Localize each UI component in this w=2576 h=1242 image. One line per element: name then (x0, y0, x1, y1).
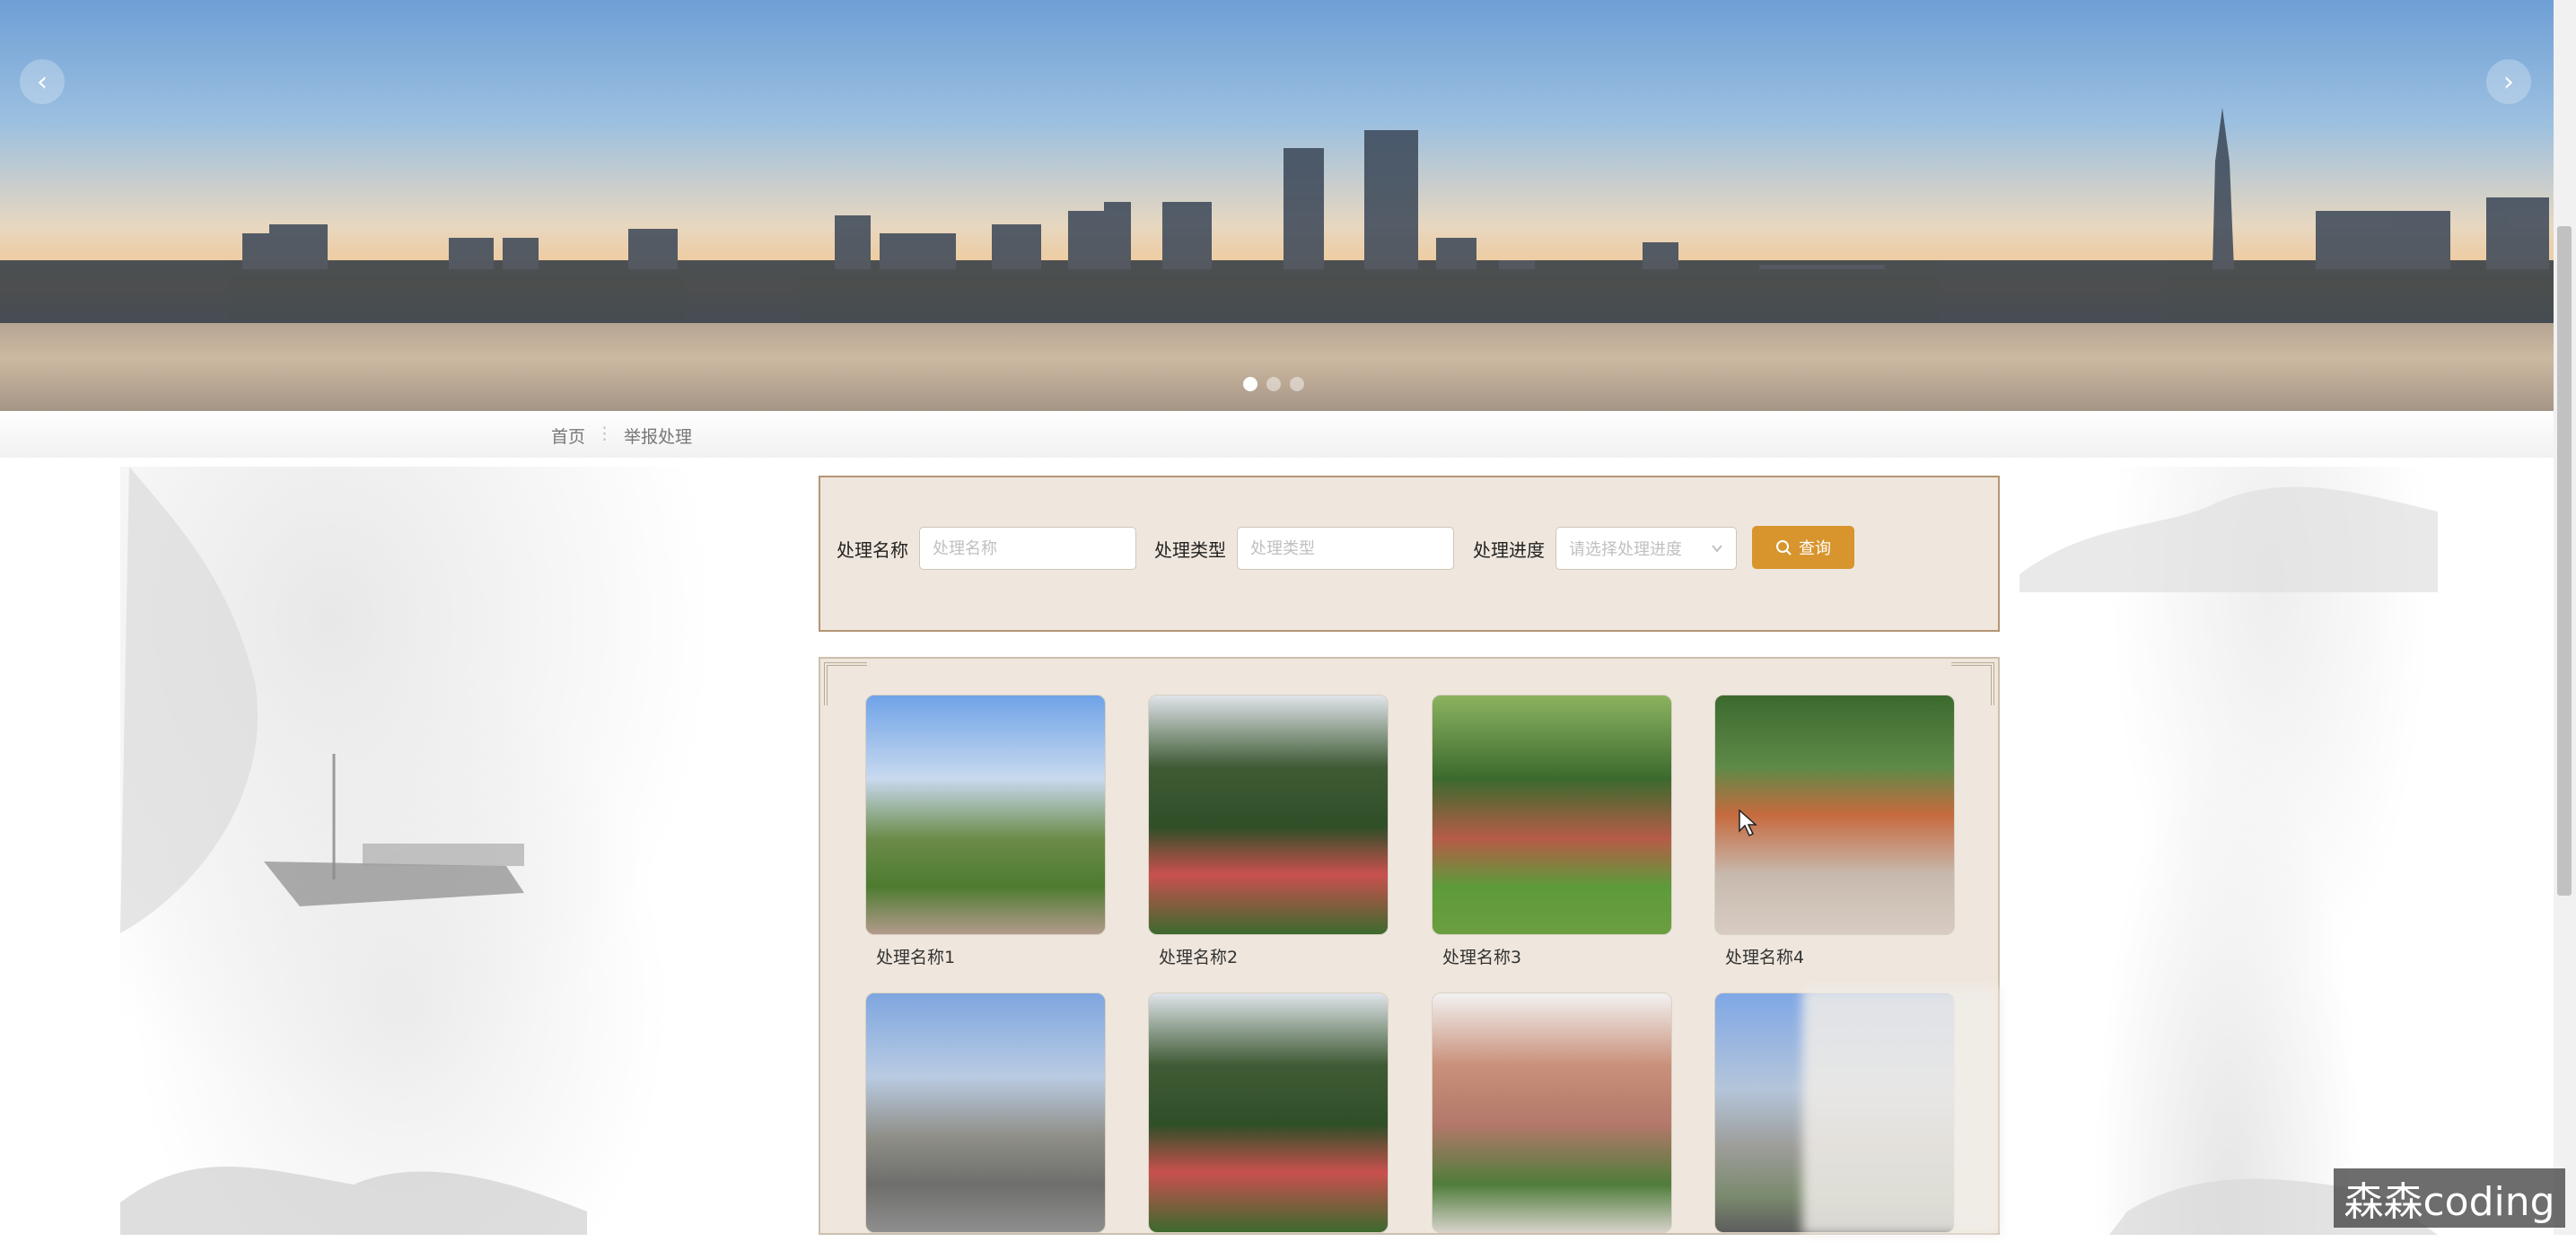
result-card-image[interactable] (865, 695, 1106, 935)
banner-dots (1243, 377, 1304, 391)
progress-filter: 处理进度 请选择处理进度 (1473, 527, 1737, 570)
search-icon (1776, 540, 1792, 555)
result-card-name[interactable]: 处理名称1 (876, 944, 1106, 968)
result-card[interactable] (1148, 993, 1389, 1242)
type-filter-label: 处理类型 (1154, 538, 1226, 561)
breadcrumb-current: 举报处理 (624, 427, 693, 447)
mouse-cursor-icon (1739, 809, 1757, 837)
breadcrumb-bar: 首页 ⋮ 举报处理 (0, 411, 2554, 458)
city-skyline-image (0, 108, 2554, 323)
progress-select[interactable]: 请选择处理进度 (1555, 527, 1737, 570)
result-card-image[interactable] (1432, 993, 1672, 1233)
result-card[interactable]: 处理名称3 (1432, 695, 1672, 968)
result-card[interactable]: 处理名称2 (1148, 695, 1389, 968)
name-filter-label: 处理名称 (837, 538, 908, 561)
ink-painting-left (120, 467, 820, 1235)
chevron-down-icon (1712, 545, 1722, 553)
banner-dot-3[interactable] (1290, 377, 1304, 391)
result-card-image[interactable] (1148, 993, 1389, 1233)
banner-dot-1[interactable] (1243, 377, 1257, 391)
search-panel: 处理名称 处理类型 处理进度 请选择处理进度 查询 (819, 476, 2000, 632)
type-filter: 处理类型 (1154, 527, 1454, 570)
progress-select-placeholder: 请选择处理进度 (1569, 540, 1682, 559)
blurred-overlay (1802, 987, 2000, 1235)
result-card-name[interactable]: 处理名称3 (1442, 944, 1672, 968)
result-card[interactable] (865, 993, 1106, 1242)
banner-water (0, 323, 2554, 411)
banner-prev-button[interactable]: ‹ (20, 59, 65, 104)
breadcrumb-home-link[interactable]: 首页 (551, 424, 585, 448)
result-card-image[interactable] (1432, 695, 1672, 935)
result-card-image[interactable] (865, 993, 1106, 1233)
ink-painting-right (2020, 467, 2438, 1235)
type-filter-input[interactable] (1237, 527, 1454, 570)
breadcrumb: 首页 ⋮ 举报处理 (551, 424, 692, 448)
progress-filter-label: 处理进度 (1473, 538, 1545, 561)
corner-ornament-left (824, 662, 867, 705)
watermark: 森森coding (2334, 1168, 2565, 1228)
breadcrumb-separator: ⋮ (596, 424, 614, 443)
result-card-name[interactable]: 处理名称4 (1725, 944, 1955, 968)
name-filter-input[interactable] (919, 527, 1136, 570)
query-button[interactable]: 查询 (1752, 526, 1854, 569)
result-card-image[interactable] (1148, 695, 1389, 935)
banner-carousel[interactable]: ‹ › (0, 0, 2554, 411)
corner-ornament-right (1951, 662, 1994, 705)
query-button-label: 查询 (1799, 539, 1831, 558)
scrollbar-thumb[interactable] (2557, 226, 2572, 896)
result-card[interactable]: 处理名称1 (865, 695, 1106, 968)
banner-next-button[interactable]: › (2486, 59, 2531, 104)
result-card-name[interactable]: 处理名称2 (1159, 944, 1389, 968)
name-filter: 处理名称 (837, 527, 1136, 570)
chevron-right-icon: › (2503, 66, 2514, 98)
result-card[interactable] (1432, 993, 1672, 1242)
banner-dot-2[interactable] (1266, 377, 1281, 391)
chevron-left-icon: ‹ (37, 66, 48, 98)
